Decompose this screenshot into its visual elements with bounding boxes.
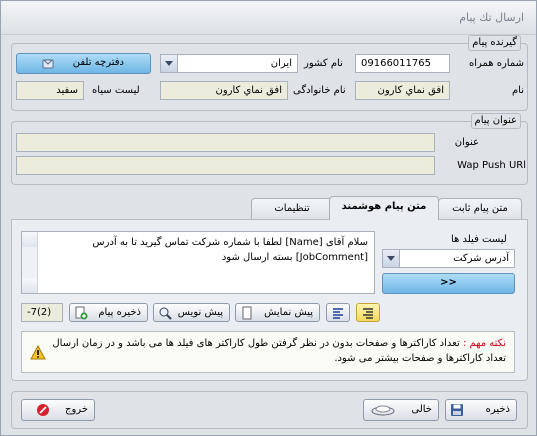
eraser-icon [371, 405, 395, 416]
scroll-up-icon[interactable] [22, 232, 37, 247]
align-left-icon [333, 308, 343, 319]
wap-url-input[interactable] [16, 156, 435, 175]
align-right-icon [363, 308, 373, 319]
subject-group: عنوان پیام [11, 113, 528, 185]
tab-fixed-message[interactable]: متن پیام ثابت [438, 198, 522, 220]
family-label: نام خانوادگی [293, 85, 346, 96]
family-input[interactable]: افق نماي كارون [160, 81, 288, 100]
align-right-button[interactable] [356, 303, 380, 322]
subject-group-title: عنوان پیام [470, 113, 521, 129]
send-single-message-window: ارسال تك پيام گیرنده پیام شماره همراه 09… [0, 0, 537, 436]
wap-url-label: Wap Push URl [457, 160, 526, 171]
scroll-down-icon[interactable] [22, 278, 37, 293]
phonebook-icon [42, 59, 54, 69]
warning-icon [30, 345, 46, 360]
title-label: عنوان [454, 137, 479, 148]
chevron-down-icon [165, 61, 173, 66]
country-value: ايران [270, 58, 292, 69]
country-select[interactable]: ايران [160, 54, 298, 73]
phone-label: شماره همراه [468, 58, 524, 69]
name-label: نام [511, 85, 524, 96]
preview-button-label: پیش نمایش [264, 307, 313, 318]
message-textarea[interactable]: سلام آقای [Name] لطفا با شماره شرکت تماس… [21, 231, 375, 294]
exit-button-label: خروج [65, 404, 88, 415]
clear-button-label: خالی [411, 404, 432, 415]
window-title: ارسال تك پيام [459, 11, 524, 24]
blacklist-label: لیست سیاه [92, 85, 140, 96]
tab-settings[interactable]: تنظیمات [251, 198, 333, 220]
draft-button-label: پیش نویس [177, 307, 223, 318]
title-bar: ارسال تك پيام [1, 1, 536, 35]
insert-field-button[interactable]: >> [382, 273, 515, 294]
stop-icon [37, 404, 49, 416]
message-scrollbar[interactable] [22, 232, 38, 293]
chevron-down-icon [387, 256, 395, 261]
note-title: نکته مهم : [462, 338, 506, 349]
character-counter: -7(2) [21, 303, 63, 322]
name-input[interactable]: افق نماي كارون [355, 81, 450, 100]
page-icon [242, 306, 252, 320]
save-message-button[interactable]: ذخیره پیام [69, 303, 148, 322]
recipient-group-title: گیرنده پیام [468, 35, 521, 51]
save-button-label: ذخیره [485, 404, 510, 415]
field-select[interactable]: آدرس شركت [382, 249, 515, 268]
phonebook-button[interactable]: دفترچه تلفن [16, 53, 151, 74]
save-message-button-label: ذخیره پیام [98, 307, 141, 318]
preview-button[interactable]: پیش نمایش [235, 303, 320, 322]
country-label: نام کشور [304, 58, 343, 69]
field-dropdown-button[interactable] [383, 250, 400, 267]
clear-button[interactable]: خالی [363, 399, 439, 421]
magnifier-icon [159, 307, 172, 320]
exit-button[interactable]: خروج [21, 399, 95, 421]
draft-button[interactable]: پیش نویس [153, 303, 230, 322]
note-text: تعداد کاراکترها و صفحات بدون در نظر گرفت… [52, 338, 506, 364]
align-left-button[interactable] [326, 303, 350, 322]
important-note: نکته مهم : تعداد کاراکترها و صفحات بدون … [21, 331, 515, 373]
field-list-label: لیست فیلد ها [451, 234, 507, 245]
blacklist-input[interactable]: سفيد [16, 81, 84, 100]
country-dropdown-button[interactable] [161, 55, 178, 72]
message-text: سلام آقای [Name] لطفا با شماره شرکت تماس… [92, 237, 368, 263]
field-select-value: آدرس شركت [453, 253, 509, 264]
phonebook-button-label: دفترچه تلفن [72, 57, 124, 68]
save-button[interactable]: ذخیره [445, 399, 517, 421]
tab-smart-message[interactable]: متن پیام هوشمند [329, 196, 439, 220]
floppy-disk-icon [451, 404, 463, 416]
phone-input[interactable]: 09166011765 [355, 54, 450, 73]
add-document-icon [75, 306, 88, 320]
title-input[interactable] [16, 133, 435, 152]
